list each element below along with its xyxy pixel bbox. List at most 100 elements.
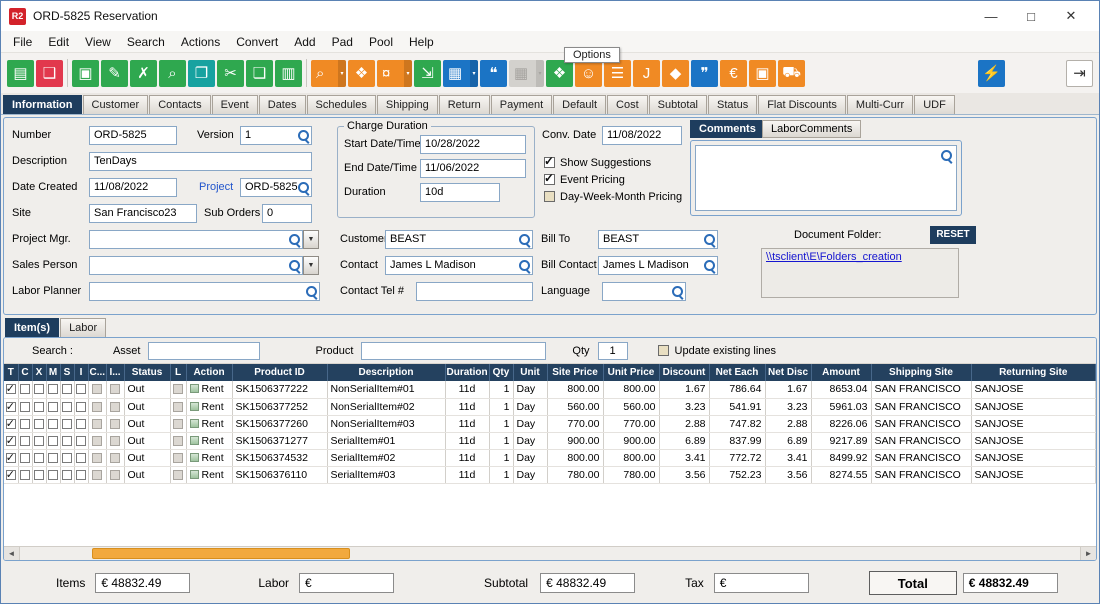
- row-flag-l[interactable]: [170, 466, 186, 483]
- row-flag-c[interactable]: [88, 432, 106, 449]
- grid-row[interactable]: OutRentSK1506376110SerialItem#0311d1Day7…: [4, 466, 1096, 483]
- row-flag-l[interactable]: [170, 398, 186, 415]
- grid-column-header-11[interactable]: Product ID: [232, 364, 327, 381]
- row-checkbox-s[interactable]: [60, 415, 74, 432]
- row-flag-c[interactable]: [88, 381, 106, 398]
- bill-to-input[interactable]: BEAST: [598, 230, 718, 249]
- tab-return[interactable]: Return: [439, 95, 490, 114]
- row-checkbox-m[interactable]: [46, 466, 60, 483]
- tab-information[interactable]: Information: [3, 95, 82, 114]
- checkbox-box[interactable]: [544, 174, 555, 185]
- description-input[interactable]: TenDays: [89, 152, 312, 171]
- menu-file[interactable]: File: [5, 33, 40, 51]
- row-flag-i[interactable]: [106, 432, 124, 449]
- product-input[interactable]: [361, 342, 546, 360]
- grid-column-header-6[interactable]: C...: [88, 364, 106, 381]
- row-checkbox-x[interactable]: [32, 398, 46, 415]
- exit-icon[interactable]: ⇥: [1066, 60, 1093, 87]
- grid-column-header-21[interactable]: Amount: [811, 364, 871, 381]
- row-checkbox-m[interactable]: [46, 398, 60, 415]
- customer-input[interactable]: BEAST: [385, 230, 533, 249]
- action-cell[interactable]: Rent: [186, 466, 232, 483]
- row-checkbox-c[interactable]: [18, 398, 32, 415]
- grid-column-header-0[interactable]: T: [4, 364, 18, 381]
- language-input[interactable]: [602, 282, 686, 301]
- row-flag-l[interactable]: [170, 432, 186, 449]
- tab-shipping[interactable]: Shipping: [377, 95, 438, 114]
- expand-icon[interactable]: ⇲: [414, 60, 441, 87]
- tab-flat-discounts[interactable]: Flat Discounts: [758, 95, 846, 114]
- row-select-checkbox[interactable]: [4, 432, 18, 449]
- row-checkbox-c[interactable]: [18, 449, 32, 466]
- row-checkbox-x[interactable]: [32, 449, 46, 466]
- action-cell[interactable]: Rent: [186, 415, 232, 432]
- row-checkbox-x[interactable]: [32, 432, 46, 449]
- menu-pad[interactable]: Pad: [324, 33, 361, 51]
- menu-edit[interactable]: Edit: [40, 33, 77, 51]
- project-input[interactable]: ORD-5825: [240, 178, 312, 197]
- grid-column-header-22[interactable]: Shipping Site: [871, 364, 971, 381]
- row-flag-i[interactable]: [106, 398, 124, 415]
- maximize-button[interactable]: □: [1011, 2, 1051, 30]
- row-checkbox-i[interactable]: [74, 449, 88, 466]
- power-icon[interactable]: ⚡: [978, 60, 1005, 87]
- row-checkbox-s[interactable]: [60, 466, 74, 483]
- row-checkbox-m[interactable]: [46, 381, 60, 398]
- row-checkbox-x[interactable]: [32, 381, 46, 398]
- comments-icon[interactable]: ❝: [480, 60, 507, 87]
- row-checkbox-m[interactable]: [46, 415, 60, 432]
- menu-view[interactable]: View: [77, 33, 119, 51]
- menu-search[interactable]: Search: [119, 33, 173, 51]
- row-flag-c[interactable]: [88, 466, 106, 483]
- tab-status[interactable]: Status: [708, 95, 757, 114]
- items-horizontal-scrollbar[interactable]: ◄ ►: [4, 546, 1096, 560]
- action-cell[interactable]: Rent: [186, 432, 232, 449]
- tax-field[interactable]: €: [714, 573, 809, 593]
- row-flag-c[interactable]: [88, 415, 106, 432]
- tab-labor[interactable]: Labor: [60, 318, 106, 337]
- row-flag-l[interactable]: [170, 449, 186, 466]
- project-mgr-search-icon[interactable]: [288, 233, 301, 246]
- row-select-checkbox[interactable]: [4, 466, 18, 483]
- row-flag-c[interactable]: [88, 449, 106, 466]
- customer-search-icon[interactable]: [518, 233, 531, 246]
- tab-customer[interactable]: Customer: [83, 95, 149, 114]
- tab-contacts[interactable]: Contacts: [149, 95, 210, 114]
- row-flag-i[interactable]: [106, 415, 124, 432]
- contact-search-icon[interactable]: [518, 259, 531, 272]
- feedback-icon[interactable]: ☺: [575, 60, 602, 87]
- grid-column-header-18[interactable]: Discount: [659, 364, 709, 381]
- row-checkbox-s[interactable]: [60, 449, 74, 466]
- menu-actions[interactable]: Actions: [173, 33, 228, 51]
- tab-default[interactable]: Default: [553, 95, 606, 114]
- tab-subtotal[interactable]: Subtotal: [649, 95, 707, 114]
- row-checkbox-c[interactable]: [18, 432, 32, 449]
- grid-column-header-23[interactable]: Returning Site: [971, 364, 1096, 381]
- row-checkbox-i[interactable]: [74, 432, 88, 449]
- start-datetime-input[interactable]: 10/28/2022: [420, 135, 526, 154]
- grid-row[interactable]: OutRentSK1506374532SerialItem#0211d1Day8…: [4, 449, 1096, 466]
- contact-tel-input[interactable]: [416, 282, 533, 301]
- tab-dates[interactable]: Dates: [259, 95, 306, 114]
- checkbox-day-week-month-pricing[interactable]: Day-Week-Month Pricing: [544, 188, 682, 205]
- qty-input[interactable]: 1: [598, 342, 628, 360]
- workflow-icon[interactable]: ❖: [546, 60, 573, 87]
- sales-person-dropdown[interactable]: ▼: [303, 256, 319, 275]
- journal-icon[interactable]: J: [633, 60, 660, 87]
- project-label[interactable]: Project: [199, 178, 233, 197]
- row-flag-i[interactable]: [106, 449, 124, 466]
- chat-icon[interactable]: ❞: [691, 60, 718, 87]
- action-cell[interactable]: Rent: [186, 381, 232, 398]
- duration-input[interactable]: 10d: [420, 183, 500, 202]
- version-search-icon[interactable]: [297, 129, 310, 142]
- close-button[interactable]: ✕: [1051, 2, 1091, 30]
- reset-button[interactable]: RESET: [930, 226, 976, 244]
- scrollbar-track[interactable]: [20, 547, 1080, 560]
- grid-row[interactable]: OutRentSK1506377260NonSerialItem#0311d1D…: [4, 415, 1096, 432]
- checkbox-event-pricing[interactable]: Event Pricing: [544, 171, 682, 188]
- tab-event[interactable]: Event: [212, 95, 258, 114]
- menu-pool[interactable]: Pool: [361, 33, 401, 51]
- scrollbar-thumb[interactable]: [92, 548, 350, 559]
- sub-orders-input[interactable]: 0: [262, 204, 312, 223]
- grid-column-header-4[interactable]: S: [60, 364, 74, 381]
